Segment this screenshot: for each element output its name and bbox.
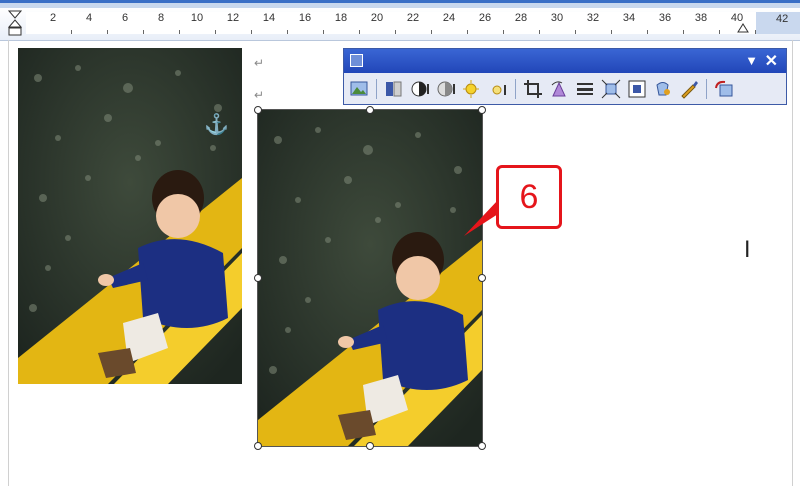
picture-toolbar[interactable]: ▼ ✕	[343, 48, 787, 105]
ruler-mark	[71, 30, 72, 34]
resize-handle-bottom[interactable]	[366, 442, 374, 450]
page-right-edge	[792, 40, 793, 486]
ruler-mark	[719, 30, 720, 34]
toolbar-separator	[706, 79, 707, 99]
rotate-icon[interactable]	[548, 78, 570, 100]
ruler-tick-label: 24	[442, 12, 456, 24]
right-indent-marker-icon[interactable]	[736, 21, 750, 33]
ruler-tick-label: 30	[550, 12, 564, 24]
ruler-tick-label: 14	[262, 12, 276, 24]
resize-handle-right[interactable]	[478, 274, 486, 282]
insert-picture-icon[interactable]	[348, 78, 370, 100]
ruler-mark	[539, 30, 540, 34]
more-contrast-icon[interactable]	[409, 78, 431, 100]
ruler-tick-label: 10	[190, 12, 204, 24]
ruler-mark	[287, 30, 288, 34]
ruler-tick-label: 4	[85, 12, 93, 24]
toolbar-separator	[515, 79, 516, 99]
window-top-strip	[0, 0, 800, 8]
reset-picture-icon[interactable]	[713, 78, 735, 100]
ruler-mark	[215, 30, 216, 34]
ruler-mark	[431, 30, 432, 34]
ruler-tick-label: 34	[622, 12, 636, 24]
ruler-mark	[359, 30, 360, 34]
ruler-tick-label: 16	[298, 12, 312, 24]
compress-picture-icon[interactable]	[600, 78, 622, 100]
photo-child-slide-selected[interactable]	[257, 109, 483, 447]
ruler-tick-label: 6	[121, 12, 129, 24]
ruler-tick-label: 28	[514, 12, 528, 24]
resize-handle-bottom-left[interactable]	[254, 442, 262, 450]
ruler-tick-label: 8	[157, 12, 165, 24]
ruler-mark	[575, 30, 576, 34]
ruler-tick-label: 12	[226, 12, 240, 24]
ruler-mark	[503, 30, 504, 34]
ruler-tick-label: 32	[586, 12, 600, 24]
resize-handle-top[interactable]	[366, 106, 374, 114]
anchor-icon: ⚓	[204, 114, 229, 136]
step-callout: 6	[496, 165, 562, 229]
ruler-right-margin: 42	[756, 12, 800, 34]
ruler-mark	[179, 30, 180, 34]
toolbar-buttons	[348, 77, 735, 101]
text-wrapping-icon[interactable]	[626, 78, 648, 100]
ruler-tick-label: 20	[370, 12, 384, 24]
ruler-tick-label: 2	[49, 12, 57, 24]
ruler-tick-label: 26	[478, 12, 492, 24]
indent-marker-icon[interactable]	[8, 10, 22, 36]
ruler-tick-right: 42	[776, 13, 789, 25]
resize-handle-bottom-right[interactable]	[478, 442, 486, 450]
chevron-down-icon[interactable]: ▼	[745, 53, 758, 68]
page-left-edge	[8, 40, 9, 486]
resize-handle-left[interactable]	[254, 274, 262, 282]
ruler-tick-label: 18	[334, 12, 348, 24]
close-icon[interactable]: ✕	[765, 51, 778, 71]
picture-toolbar-icon	[350, 54, 363, 67]
ruler-mark	[683, 30, 684, 34]
less-contrast-icon[interactable]	[435, 78, 457, 100]
less-brightness-icon[interactable]	[487, 78, 509, 100]
ruler-mark	[251, 30, 252, 34]
horizontal-ruler[interactable]: 2 4 6 8 10 12 14 16 18 20 22 24 26 28 30 32 34 36 38 40 42	[0, 8, 800, 41]
set-transparent-color-icon[interactable]	[678, 78, 700, 100]
paragraph-mark-icon: ↵	[254, 88, 265, 102]
ruler-mark	[467, 30, 468, 34]
ruler-mark	[395, 30, 396, 34]
ruler-mark	[323, 30, 324, 34]
toolbar-title-bar[interactable]: ▼ ✕	[344, 49, 786, 73]
resize-handle-top-left[interactable]	[254, 106, 262, 114]
line-style-icon[interactable]	[574, 78, 596, 100]
text-cursor-icon: I	[744, 238, 751, 263]
resize-handle-top-right[interactable]	[478, 106, 486, 114]
color-icon[interactable]	[383, 78, 405, 100]
photo-child-slide-left[interactable]	[18, 48, 242, 384]
ruler-mark	[611, 30, 612, 34]
ruler-tick-label: 38	[694, 12, 708, 24]
toolbar-separator	[376, 79, 377, 99]
paragraph-mark-icon: ↵	[254, 56, 265, 70]
ruler-tick-label: 36	[658, 12, 672, 24]
crop-icon[interactable]	[522, 78, 544, 100]
ruler-mark	[143, 30, 144, 34]
ruler-tick-label: 22	[406, 12, 420, 24]
ruler-mark	[647, 30, 648, 34]
title-bar-edge	[0, 0, 800, 3]
ruler-mark	[107, 30, 108, 34]
step-number: 6	[519, 177, 539, 216]
more-brightness-icon[interactable]	[461, 78, 483, 100]
format-picture-icon[interactable]	[652, 78, 674, 100]
